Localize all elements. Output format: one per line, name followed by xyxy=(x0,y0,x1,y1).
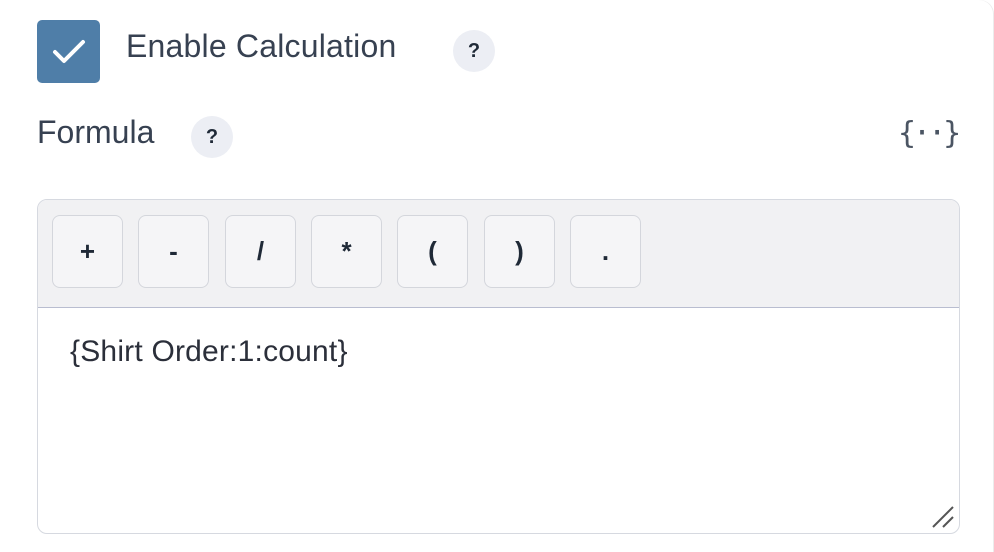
divide-operator-button[interactable]: / xyxy=(225,215,296,288)
smartcode-icon[interactable]: {··} xyxy=(898,116,961,151)
formula-textarea[interactable]: {Shirt Order:1:count} xyxy=(70,335,348,369)
enable-calculation-checkbox[interactable] xyxy=(37,20,100,83)
multiply-operator-button[interactable]: * xyxy=(311,215,382,288)
enable-calculation-label[interactable]: Enable Calculation xyxy=(126,28,396,65)
check-icon xyxy=(52,39,85,63)
close-paren-button[interactable]: ) xyxy=(484,215,555,288)
plus-operator-button[interactable]: + xyxy=(52,215,123,288)
operator-toolbar: + - / * ( ) . xyxy=(38,200,959,308)
calculation-settings-panel: Enable Calculation ? Formula ? {··} + - … xyxy=(0,0,994,552)
open-paren-button[interactable]: ( xyxy=(397,215,468,288)
formula-label: Formula xyxy=(37,114,155,150)
minus-operator-button[interactable]: - xyxy=(138,215,209,288)
decimal-point-button[interactable]: . xyxy=(570,215,641,288)
formula-editor: + - / * ( ) . {Shirt Order:1:count} xyxy=(37,199,960,534)
resize-handle-icon[interactable] xyxy=(927,501,955,529)
formula-help-icon[interactable]: ? xyxy=(191,116,233,158)
enable-calculation-help-icon[interactable]: ? xyxy=(453,30,495,72)
